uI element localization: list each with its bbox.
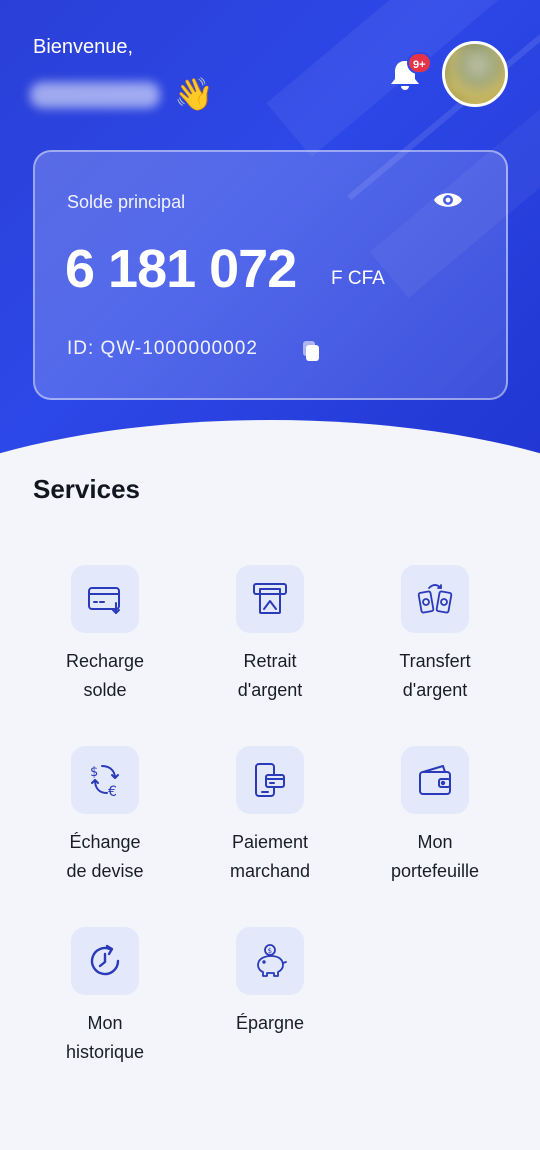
- svg-text:$: $: [90, 765, 98, 780]
- service-paiement[interactable]: Paiement marchand: [195, 746, 345, 896]
- notification-badge: 9+: [407, 52, 432, 74]
- currency-exchange-icon: $ €: [71, 746, 139, 814]
- service-recharge[interactable]: Recharge solde: [30, 565, 180, 715]
- atm-withdraw-icon: [236, 565, 304, 633]
- card-download-icon: [71, 565, 139, 633]
- balance-card: Solde principal 6 181 072 F CFA ID: QW-1…: [33, 150, 508, 400]
- wave-emoji: 👋: [174, 76, 214, 112]
- service-transfert[interactable]: Transfert d'argent: [360, 565, 510, 715]
- svg-text:€: €: [108, 784, 117, 800]
- service-retrait[interactable]: Retrait d'argent: [195, 565, 345, 715]
- wallet-icon: [401, 746, 469, 814]
- username-blurred: [30, 82, 160, 108]
- service-label: Échange de devise: [66, 832, 144, 881]
- history-icon: [71, 927, 139, 995]
- service-label: Paiement marchand: [229, 832, 311, 881]
- service-label: Retrait d'argent: [237, 651, 303, 700]
- eye-icon[interactable]: [433, 188, 463, 212]
- service-label: Mon portefeuille: [390, 832, 480, 881]
- service-label: Transfert d'argent: [399, 651, 471, 700]
- service-label: Recharge solde: [65, 651, 145, 700]
- svg-text:$: $: [268, 947, 272, 955]
- balance-currency: F CFA: [331, 268, 385, 289]
- header-curve: [0, 420, 540, 460]
- account-id: ID: QW-1000000002: [67, 338, 258, 359]
- service-epargne[interactable]: $ Épargne: [195, 927, 345, 1077]
- avatar[interactable]: [442, 41, 508, 107]
- service-label: Épargne: [235, 1013, 305, 1033]
- balance-label: Solde principal: [67, 192, 186, 212]
- greeting-text: Bienvenue,: [33, 36, 134, 58]
- phones-transfer-icon: [401, 565, 469, 633]
- service-portefeuille[interactable]: Mon portefeuille: [360, 746, 510, 896]
- balance-amount: 6 181 072: [65, 239, 297, 299]
- merchant-payment-icon: [236, 746, 304, 814]
- copy-icon[interactable]: [301, 340, 321, 362]
- service-echange[interactable]: $ € Échange de devise: [30, 746, 180, 896]
- service-historique[interactable]: Mon historique: [30, 927, 180, 1077]
- services-title: Services: [33, 474, 140, 504]
- service-label: Mon historique: [65, 1013, 145, 1062]
- piggy-bank-icon: $: [236, 927, 304, 995]
